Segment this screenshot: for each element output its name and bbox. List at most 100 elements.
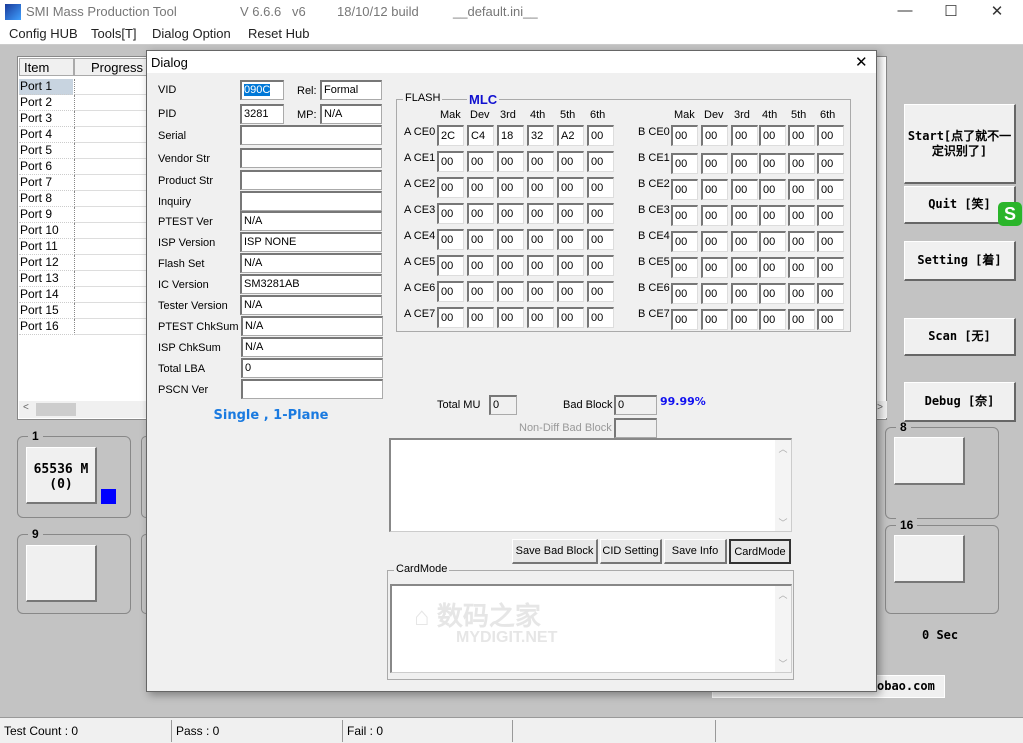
- b-ce6-byte-4[interactable]: 00: [759, 283, 786, 304]
- b-ce6-byte-1[interactable]: 00: [671, 283, 698, 304]
- b-ce2-byte-3[interactable]: 00: [731, 179, 758, 200]
- maximize-button[interactable]: ☐: [928, 2, 974, 22]
- port-row[interactable]: Port 12: [19, 255, 73, 271]
- log-textarea[interactable]: ︿ ﹀: [389, 438, 792, 532]
- b-ce7-byte-5[interactable]: 00: [788, 309, 815, 330]
- isp-version-field[interactable]: ISP NONE: [240, 232, 382, 252]
- b-ce1-byte-4[interactable]: 00: [759, 153, 786, 174]
- a-ce2-byte-2[interactable]: 00: [467, 177, 494, 198]
- a-ce2-byte-5[interactable]: 00: [557, 177, 584, 198]
- b-ce4-byte-6[interactable]: 00: [817, 231, 844, 252]
- a-ce4-byte-2[interactable]: 00: [467, 229, 494, 250]
- total-mu-field[interactable]: 0: [489, 395, 517, 415]
- cardmode-scrollbar[interactable]: ︿ ﹀: [775, 586, 791, 672]
- a-ce1-byte-3[interactable]: 00: [497, 151, 524, 172]
- a-ce7-byte-4[interactable]: 00: [527, 307, 554, 328]
- b-ce3-byte-5[interactable]: 00: [788, 205, 815, 226]
- b-ce4-byte-2[interactable]: 00: [701, 231, 728, 252]
- a-ce4-byte-6[interactable]: 00: [587, 229, 614, 250]
- a-ce7-byte-3[interactable]: 00: [497, 307, 524, 328]
- port-row[interactable]: Port 5: [19, 143, 73, 159]
- a-ce5-byte-6[interactable]: 00: [587, 255, 614, 276]
- a-ce3-byte-3[interactable]: 00: [497, 203, 524, 224]
- a-ce7-byte-2[interactable]: 00: [467, 307, 494, 328]
- a-ce0-byte-1[interactable]: 2C: [437, 125, 464, 146]
- a-ce6-byte-5[interactable]: 00: [557, 281, 584, 302]
- a-ce1-byte-2[interactable]: 00: [467, 151, 494, 172]
- b-ce7-byte-1[interactable]: 00: [671, 309, 698, 330]
- menu-reset-hub[interactable]: Reset Hub: [248, 26, 309, 41]
- port-row[interactable]: Port 15: [19, 303, 73, 319]
- b-ce3-byte-6[interactable]: 00: [817, 205, 844, 226]
- b-ce3-byte-2[interactable]: 00: [701, 205, 728, 226]
- b-ce3-byte-1[interactable]: 00: [671, 205, 698, 226]
- cardmode-button[interactable]: CardMode: [729, 539, 791, 564]
- port-row[interactable]: Port 16: [19, 319, 73, 335]
- b-ce4-byte-3[interactable]: 00: [731, 231, 758, 252]
- b-ce6-byte-2[interactable]: 00: [701, 283, 728, 304]
- menu-tools[interactable]: Tools[T]: [91, 26, 137, 41]
- b-ce7-byte-2[interactable]: 00: [701, 309, 728, 330]
- port-8-slot[interactable]: [894, 437, 965, 485]
- b-ce1-byte-5[interactable]: 00: [788, 153, 815, 174]
- a-ce1-byte-6[interactable]: 00: [587, 151, 614, 172]
- a-ce5-byte-3[interactable]: 00: [497, 255, 524, 276]
- non-diff-bad-block-field[interactable]: [614, 418, 657, 438]
- a-ce2-byte-4[interactable]: 00: [527, 177, 554, 198]
- cid-setting-button[interactable]: CID Setting: [600, 539, 662, 564]
- b-ce2-byte-1[interactable]: 00: [671, 179, 698, 200]
- a-ce4-byte-1[interactable]: 00: [437, 229, 464, 250]
- b-ce1-byte-1[interactable]: 00: [671, 153, 698, 174]
- debug-button[interactable]: Debug [奈]: [904, 382, 1016, 422]
- a-ce3-byte-2[interactable]: 00: [467, 203, 494, 224]
- save-info-button[interactable]: Save Info: [664, 539, 727, 564]
- a-ce0-byte-3[interactable]: 18: [497, 125, 524, 146]
- a-ce6-byte-2[interactable]: 00: [467, 281, 494, 302]
- menu-dialog-option[interactable]: Dialog Option: [152, 26, 231, 41]
- product-str-field[interactable]: [240, 170, 382, 190]
- minimize-button[interactable]: —: [882, 2, 928, 22]
- a-ce5-byte-2[interactable]: 00: [467, 255, 494, 276]
- log-scrollbar[interactable]: ︿ ﹀: [775, 440, 791, 531]
- a-ce1-byte-1[interactable]: 00: [437, 151, 464, 172]
- b-ce2-byte-5[interactable]: 00: [788, 179, 815, 200]
- b-ce5-byte-1[interactable]: 00: [671, 257, 698, 278]
- mp-field[interactable]: N/A: [320, 104, 382, 124]
- a-ce2-byte-6[interactable]: 00: [587, 177, 614, 198]
- a-ce0-byte-5[interactable]: A2: [557, 125, 584, 146]
- total-lba-field[interactable]: 0: [241, 358, 383, 378]
- b-ce1-byte-3[interactable]: 00: [731, 153, 758, 174]
- b-ce5-byte-2[interactable]: 00: [701, 257, 728, 278]
- b-ce1-byte-6[interactable]: 00: [817, 153, 844, 174]
- b-ce6-byte-5[interactable]: 00: [788, 283, 815, 304]
- a-ce0-byte-6[interactable]: 00: [587, 125, 614, 146]
- port-row[interactable]: Port 4: [19, 127, 73, 143]
- ptest-chksum-field[interactable]: N/A: [241, 316, 383, 336]
- flash-set-field[interactable]: N/A: [240, 253, 382, 273]
- b-ce0-byte-6[interactable]: 00: [817, 125, 844, 146]
- a-ce3-byte-1[interactable]: 00: [437, 203, 464, 224]
- b-ce0-byte-5[interactable]: 00: [788, 125, 815, 146]
- a-ce6-byte-3[interactable]: 00: [497, 281, 524, 302]
- a-ce3-byte-5[interactable]: 00: [557, 203, 584, 224]
- port-row[interactable]: Port 3: [19, 111, 73, 127]
- tester-version-field[interactable]: N/A: [240, 295, 382, 315]
- port-row[interactable]: Port 6: [19, 159, 73, 175]
- vid-field[interactable]: 090C: [240, 80, 284, 100]
- b-ce2-byte-4[interactable]: 00: [759, 179, 786, 200]
- b-ce7-byte-3[interactable]: 00: [731, 309, 758, 330]
- b-ce5-byte-6[interactable]: 00: [817, 257, 844, 278]
- cardmode-textarea[interactable]: ︿ ﹀ ⌂ 数码之家 MYDIGIT.NET: [390, 584, 792, 673]
- ime-s-icon[interactable]: S: [998, 202, 1022, 226]
- a-ce1-byte-4[interactable]: 00: [527, 151, 554, 172]
- scan-button[interactable]: Scan [无]: [904, 318, 1016, 356]
- a-ce6-byte-1[interactable]: 00: [437, 281, 464, 302]
- b-ce0-byte-4[interactable]: 00: [759, 125, 786, 146]
- b-ce2-byte-2[interactable]: 00: [701, 179, 728, 200]
- b-ce6-byte-6[interactable]: 00: [817, 283, 844, 304]
- port-row[interactable]: Port 1: [19, 79, 73, 95]
- a-ce2-byte-3[interactable]: 00: [497, 177, 524, 198]
- dialog-close-button[interactable]: ✕: [855, 53, 868, 71]
- column-header-item[interactable]: Item: [19, 58, 74, 76]
- b-ce4-byte-5[interactable]: 00: [788, 231, 815, 252]
